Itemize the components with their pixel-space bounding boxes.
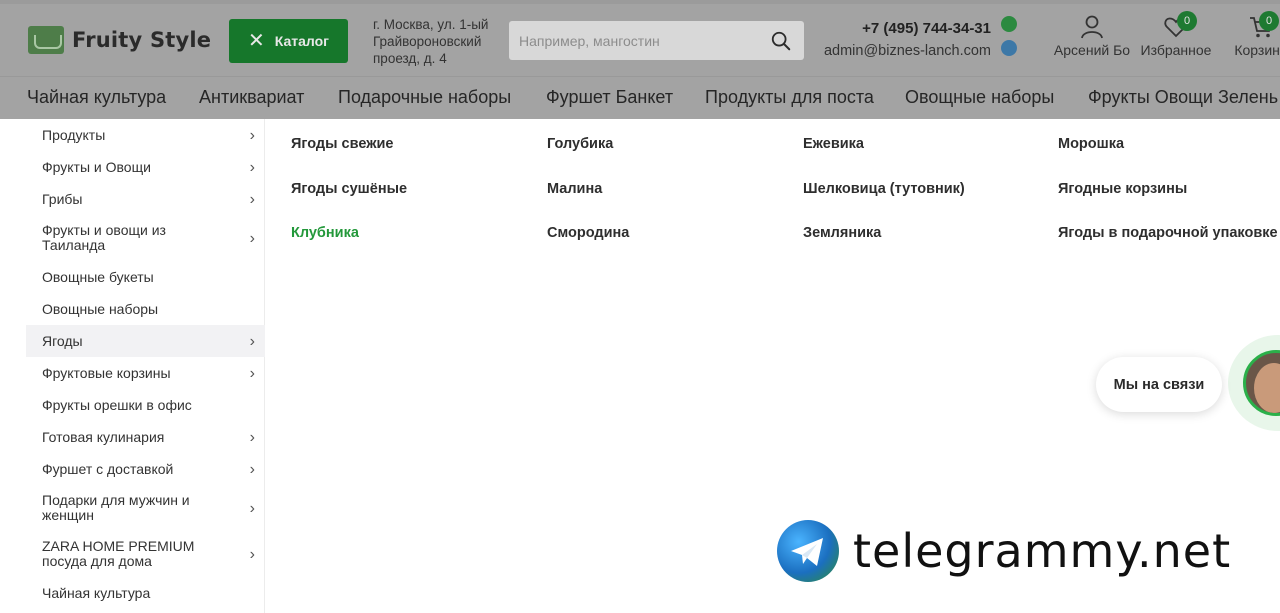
watermark: telegrammy.net bbox=[777, 520, 1231, 582]
email-link[interactable]: admin@biznes-lanch.com bbox=[813, 40, 991, 62]
catalog-button[interactable]: ✕ Каталог bbox=[229, 19, 348, 63]
search-input[interactable] bbox=[509, 21, 759, 60]
paper-plane-icon bbox=[791, 538, 823, 566]
chevron-right-icon: › bbox=[249, 499, 255, 517]
chevron-right-icon: › bbox=[249, 545, 255, 563]
top-strip bbox=[0, 0, 1280, 4]
sidebar-item-label: Фруктовые корзины bbox=[42, 364, 171, 381]
category-nav: Чайная культура Антиквариат Подарочные н… bbox=[0, 76, 1280, 119]
logo[interactable]: Fruity Style bbox=[28, 26, 211, 54]
sidebar-item[interactable]: Овощные букеты bbox=[26, 261, 265, 293]
cart-count-badge: 0 bbox=[1259, 11, 1279, 31]
sidebar-item-label: Грибы bbox=[42, 190, 83, 207]
nav-item-veg-sets[interactable]: Овощные наборы bbox=[905, 87, 1054, 108]
nav-item-fasting[interactable]: Продукты для поста bbox=[705, 87, 874, 108]
account-label: Арсений Бо bbox=[1053, 42, 1131, 58]
sidebar-item[interactable]: Фрукты и овощи из Таиланда › bbox=[26, 215, 265, 261]
chat-label: Мы на связи bbox=[1113, 376, 1205, 393]
search-icon[interactable] bbox=[770, 30, 792, 52]
sidebar-item[interactable]: Фрукты и Овощи › bbox=[26, 151, 265, 183]
nav-item-tea[interactable]: Чайная культура bbox=[27, 87, 166, 108]
catalog-sidebar: Продукты › Фрукты и Овощи › Грибы › Фрук… bbox=[26, 119, 265, 613]
store-address: г. Москва, ул. 1-ый Грайвороновский прое… bbox=[373, 17, 489, 66]
submenu-link[interactable]: Ягоды сушёные bbox=[291, 181, 407, 197]
search-box bbox=[509, 21, 804, 60]
chevron-right-icon: › bbox=[249, 158, 255, 176]
sidebar-item-label: Фрукты и Овощи bbox=[42, 158, 151, 175]
sidebar-item-label: Овощные букеты bbox=[42, 268, 154, 285]
favorites-count-badge: 0 bbox=[1177, 11, 1197, 31]
nav-item-fruits-veg[interactable]: Фрукты Овощи Зелень bbox=[1088, 87, 1278, 108]
chevron-right-icon: › bbox=[249, 460, 255, 478]
sidebar-item[interactable]: Продукты › bbox=[26, 119, 265, 151]
submenu-link[interactable]: Голубика bbox=[547, 136, 613, 152]
cart-link[interactable]: Корзина 0 bbox=[1229, 11, 1280, 58]
logo-text: Fruity Style bbox=[72, 28, 212, 52]
sidebar-item[interactable]: Фуршет с доставкой › bbox=[26, 453, 265, 485]
sidebar-item-label: Фуршет с доставкой bbox=[42, 460, 174, 477]
sidebar-item-label: Ягоды bbox=[42, 332, 83, 349]
sidebar-item[interactable]: Фрукты орешки в офис bbox=[26, 389, 265, 421]
submenu-link-active[interactable]: Клубника bbox=[291, 225, 359, 241]
favorites-link[interactable]: Избранное 0 bbox=[1138, 11, 1214, 58]
basket-icon bbox=[28, 26, 64, 54]
whatsapp-icon[interactable] bbox=[1001, 16, 1017, 32]
chevron-right-icon: › bbox=[249, 428, 255, 446]
sidebar-item-active[interactable]: Ягоды › bbox=[26, 325, 265, 357]
nav-item-buffet[interactable]: Фуршет Банкет bbox=[546, 87, 673, 108]
contacts: +7 (495) 744-34-31 admin@biznes-lanch.co… bbox=[813, 18, 991, 62]
sidebar-item[interactable]: Чайная культура bbox=[26, 577, 265, 609]
chevron-right-icon: › bbox=[249, 126, 255, 144]
sidebar-item[interactable]: ZARA HOME PREMIUM посуда для дома › bbox=[26, 531, 265, 577]
submenu-link[interactable]: Смородина bbox=[547, 225, 629, 241]
user-icon bbox=[1081, 15, 1103, 39]
avatar-face bbox=[1254, 363, 1280, 413]
chat-widget-button[interactable]: Мы на связи bbox=[1096, 357, 1222, 412]
sidebar-item-label: Фрукты орешки в офис bbox=[42, 396, 192, 413]
nav-item-antiques[interactable]: Антиквариат bbox=[199, 87, 304, 108]
sidebar-item-label: Готовая кулинария bbox=[42, 428, 165, 445]
sidebar-item-label: Фрукты и овощи из Таиланда bbox=[42, 222, 166, 253]
telegram-globe-icon bbox=[777, 520, 839, 582]
account-link[interactable]: Арсений Бо bbox=[1053, 14, 1131, 58]
cart-label: Корзина bbox=[1234, 42, 1280, 58]
sidebar-item[interactable]: Готовая кулинария › bbox=[26, 421, 265, 453]
sidebar-item-label: Подарки для мужчин и женщин bbox=[42, 492, 190, 523]
submenu-link[interactable]: Малина bbox=[547, 181, 602, 197]
chevron-right-icon: › bbox=[249, 229, 255, 247]
submenu-link[interactable]: Морошка bbox=[1058, 136, 1124, 152]
sidebar-item-label: Овощные наборы bbox=[42, 300, 159, 317]
sidebar-item[interactable]: Грибы › bbox=[26, 183, 265, 215]
submenu-link[interactable]: Ежевика bbox=[803, 136, 864, 152]
sidebar-item[interactable]: Овощные наборы bbox=[26, 293, 265, 325]
watermark-text: telegrammy.net bbox=[853, 524, 1232, 578]
submenu-link[interactable]: Шелковица (тутовник) bbox=[803, 181, 965, 197]
chevron-right-icon: › bbox=[249, 190, 255, 208]
nav-item-gift-sets[interactable]: Подарочные наборы bbox=[338, 87, 511, 108]
sidebar-item-label: ZARA HOME PREMIUM посуда для дома bbox=[42, 538, 195, 569]
submenu-link[interactable]: Земляника bbox=[803, 225, 881, 241]
catalog-button-label: Каталог bbox=[274, 33, 329, 49]
chevron-right-icon: › bbox=[249, 364, 255, 382]
favorites-label: Избранное bbox=[1140, 42, 1212, 58]
close-icon: ✕ bbox=[247, 30, 265, 52]
site-header: Fruity Style ✕ Каталог г. Москва, ул. 1-… bbox=[0, 0, 1280, 76]
submenu-link[interactable]: Ягоды в подарочной упаковке bbox=[1058, 225, 1280, 241]
sidebar-item[interactable]: Фруктовые корзины › bbox=[26, 357, 265, 389]
submenu-link[interactable]: Ягодные корзины bbox=[1058, 181, 1187, 197]
sidebar-item-label: Чайная культура bbox=[42, 584, 151, 601]
sidebar-item-label: Продукты bbox=[42, 126, 106, 143]
submenu-link[interactable]: Ягоды свежие bbox=[291, 136, 393, 152]
sidebar-item[interactable]: Подарки для мужчин и женщин › bbox=[26, 485, 265, 531]
phone-link[interactable]: +7 (495) 744-34-31 bbox=[813, 18, 991, 40]
telegram-icon[interactable] bbox=[1001, 40, 1017, 56]
chevron-right-icon: › bbox=[249, 332, 255, 350]
